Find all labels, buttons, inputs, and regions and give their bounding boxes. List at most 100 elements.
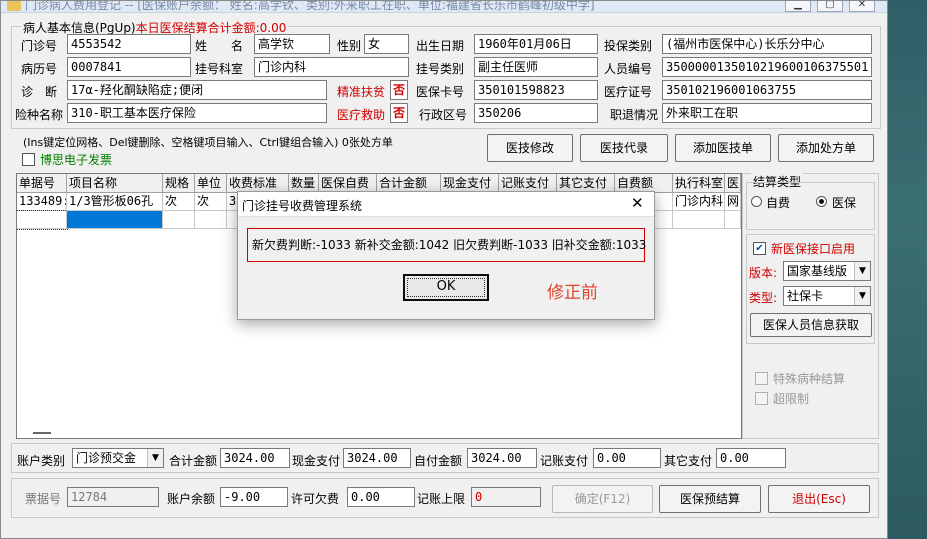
- record-no-field[interactable]: 0007841: [67, 57, 191, 77]
- main-window: 门诊病人费用登记 -- [医保账户余额： 姓名:高学钦、类别:外来职工在职、单位…: [0, 0, 888, 539]
- insurance-radio[interactable]: [816, 196, 827, 207]
- exit-button[interactable]: 退出(Esc): [768, 485, 870, 513]
- insured-type-label: 投保类别: [604, 39, 653, 53]
- reg-type-field[interactable]: 副主任医师: [474, 57, 598, 77]
- grid-header-cell[interactable]: 项目名称: [67, 174, 163, 193]
- total-field[interactable]: 3024.00: [220, 448, 290, 468]
- region-label: 行政区号: [419, 108, 468, 122]
- limit-label: 记账上限: [417, 492, 466, 506]
- other-label: 其它支付: [664, 454, 713, 468]
- grid-scroll-indicator[interactable]: [33, 432, 51, 434]
- balance-label: 账户余额: [167, 492, 216, 506]
- credit-label: 许可欠费: [291, 492, 340, 506]
- grid-cell[interactable]: 133489:: [17, 193, 67, 211]
- new-iface-label: 新医保接口启用: [771, 242, 856, 256]
- aid-label: 医疗救助: [337, 108, 386, 122]
- grid-empty-cell[interactable]: [195, 211, 227, 229]
- account-type-select[interactable]: 门诊预交金 ▼: [72, 448, 164, 468]
- record-no-label: 病历号: [21, 62, 58, 76]
- grid-cell[interactable]: 门诊内科: [673, 193, 725, 211]
- diagnosis-field[interactable]: 17α-羟化酮缺陷症;便闭: [67, 80, 327, 100]
- clinic-no-label: 门诊号: [21, 39, 58, 53]
- confirm-button[interactable]: 确定(F12): [552, 485, 653, 513]
- ticket-label: 票据号: [25, 492, 62, 506]
- grid-header-cell[interactable]: 执行科室: [673, 174, 725, 193]
- grid-empty-cell[interactable]: [673, 211, 725, 229]
- grid-empty-cell[interactable]: [163, 211, 195, 229]
- poverty-flag[interactable]: 否: [390, 80, 408, 100]
- grid-empty-cell[interactable]: [725, 211, 741, 229]
- close-icon[interactable]: ✕: [631, 194, 644, 212]
- grid-empty-cell[interactable]: [67, 211, 163, 229]
- reg-dept-field[interactable]: 门诊内科: [254, 57, 409, 77]
- tech-proxy-button[interactable]: 医技代录: [580, 134, 668, 162]
- pre-settle-button[interactable]: 医保预结算: [659, 485, 761, 513]
- self-pay-label: 自费: [766, 196, 791, 210]
- ok-button[interactable]: OK: [403, 274, 489, 301]
- clinic-no-field[interactable]: 4553542: [67, 34, 191, 54]
- grid-header-cell[interactable]: 单据号: [17, 174, 67, 193]
- retire-label: 职退情况: [610, 108, 659, 122]
- dialog-message: 新欠费判断:-1033 新补交金额:1042 旧欠费判断-1033 旧补交金额:…: [247, 228, 646, 262]
- total-label: 合计金额: [169, 454, 218, 468]
- special-disease-checkbox[interactable]: [755, 372, 768, 385]
- app-icon: [7, 1, 21, 11]
- grid-cell[interactable]: 次: [195, 193, 227, 211]
- card-no-field[interactable]: 350101598823: [474, 80, 598, 100]
- grid-header-cell[interactable]: 医: [725, 174, 741, 193]
- person-no-field[interactable]: 3500000135010219600106375501: [662, 57, 872, 77]
- region-field[interactable]: 350206: [474, 103, 598, 123]
- ins-type-label: 险种名称: [15, 108, 64, 122]
- grid-empty-cell[interactable]: [17, 210, 68, 230]
- over-limit-checkbox[interactable]: [755, 392, 768, 405]
- new-iface-checkbox[interactable]: ✔: [753, 242, 766, 255]
- reg-type-label: 挂号类别: [416, 62, 465, 76]
- ticket-field[interactable]: 12784: [67, 487, 159, 507]
- grid-cell[interactable]: 网: [725, 193, 741, 211]
- other-field[interactable]: 0.00: [716, 448, 786, 468]
- aid-flag[interactable]: 否: [390, 103, 408, 123]
- med-cert-label: 医疗证号: [604, 85, 653, 99]
- einvoice-checkbox[interactable]: [22, 153, 35, 166]
- title-bar: 门诊病人费用登记 -- [医保账户余额： 姓名:高学钦、类别:外来职工在职、单位…: [1, 1, 887, 13]
- chevron-down-icon: ▼: [854, 287, 870, 305]
- window-title: 门诊病人费用登记 -- [医保账户余额： 姓名:高学钦、类别:外来职工在职、单位…: [25, 1, 595, 12]
- version-select[interactable]: 国家基线版 ▼: [783, 261, 871, 281]
- message-dialog: 门诊挂号收费管理系统 ✕ 新欠费判断:-1033 新补交金额:1042 旧欠费判…: [237, 191, 655, 320]
- grid-header-cell[interactable]: 单位: [195, 174, 227, 193]
- ledger-field[interactable]: 0.00: [593, 448, 661, 468]
- ledger-label: 记账支付: [540, 454, 589, 468]
- gender-field[interactable]: 女: [364, 34, 409, 54]
- balance-field[interactable]: -9.00: [220, 487, 288, 507]
- insured-type-field[interactable]: (福州市医保中心)长乐分中心: [662, 34, 872, 54]
- hint-text: (Ins键定位网格、Del键删除、空格键项目输入、Ctrl键组合输入) 0张处方…: [23, 136, 393, 149]
- add-tech-order-button[interactable]: 添加医技单: [675, 134, 771, 162]
- insurance-label: 医保: [832, 196, 857, 210]
- tech-modify-button[interactable]: 医技修改: [487, 134, 573, 162]
- close-window-button[interactable]: ✕: [849, 1, 875, 12]
- minimize-button[interactable]: ▁: [785, 1, 811, 12]
- limit-field[interactable]: 0: [471, 487, 541, 507]
- name-field[interactable]: 高学钦: [254, 34, 330, 54]
- retire-field[interactable]: 外来职工在职: [662, 103, 872, 123]
- chevron-down-icon: ▼: [147, 449, 163, 467]
- version-label: 版本:: [749, 266, 778, 280]
- type-select[interactable]: 社保卡 ▼: [783, 286, 871, 306]
- over-limit-label: 超限制: [773, 392, 810, 406]
- grid-header-cell[interactable]: 规格: [163, 174, 195, 193]
- cash-field[interactable]: 3024.00: [343, 448, 411, 468]
- ins-type-field[interactable]: 310-职工基本医疗保险: [67, 103, 327, 123]
- settle-panel: 结算类型 自费 医保 ✔ 新医保接口启用 版本: 国家基线版 ▼ 类型: 社保卡 ▼…: [742, 173, 879, 439]
- add-prescription-button[interactable]: 添加处方单: [778, 134, 874, 162]
- grid-cell[interactable]: 次: [163, 193, 195, 211]
- maximize-button[interactable]: ▢: [817, 1, 843, 12]
- self-pay-radio[interactable]: [751, 196, 762, 207]
- rx-count: 0张处方单: [341, 136, 393, 149]
- credit-field[interactable]: 0.00: [347, 487, 415, 507]
- self-pay-total-field[interactable]: 3024.00: [467, 448, 537, 468]
- grid-cell[interactable]: 1/3管形板06孔: [67, 193, 163, 211]
- fetch-info-button[interactable]: 医保人员信息获取: [750, 313, 872, 337]
- settle-note: 本日医保结算合计金额:0.00: [135, 21, 287, 35]
- birth-field[interactable]: 1960年01月06日: [474, 34, 598, 54]
- med-cert-field[interactable]: 350102196001063755: [662, 80, 872, 100]
